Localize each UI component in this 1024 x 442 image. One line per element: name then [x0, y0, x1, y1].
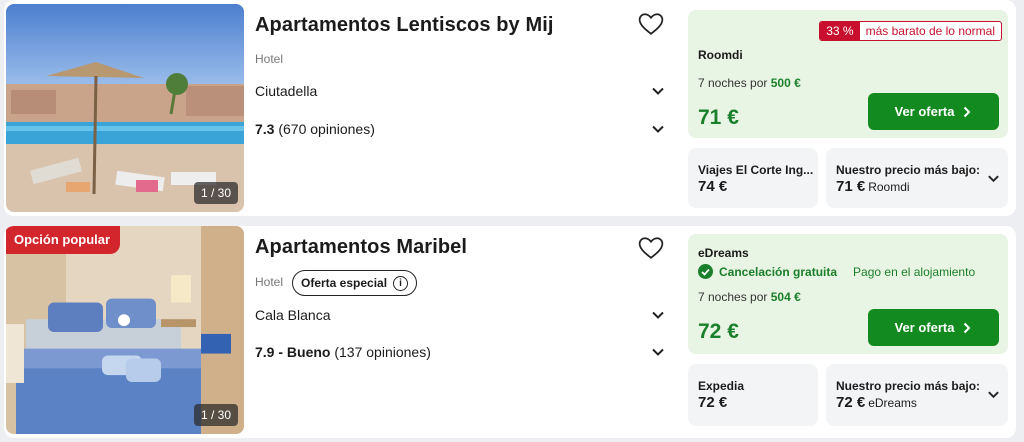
- location-text: Ciutadella: [255, 83, 318, 99]
- photo-counter: 1 / 30: [193, 182, 238, 204]
- alt-provider-name: Viajes El Corte Ing...: [698, 163, 814, 177]
- special-offer-tag[interactable]: Oferta especial i: [292, 270, 418, 296]
- deal-price: 71 €: [698, 106, 739, 129]
- hotel-type: Hotel: [255, 275, 284, 289]
- deal-price: 72 €: [698, 320, 739, 343]
- chevron-down-icon: [652, 125, 664, 133]
- chevron-right-icon: [964, 106, 971, 117]
- nights-total: 7 noches por 504 €: [698, 290, 801, 304]
- photo-pool-image: [6, 4, 244, 212]
- best-deal-panel: 33 % más barato de lo normal Roomdi 7 no…: [688, 10, 1008, 138]
- best-deal-panel: eDreams Cancelación gratuita Pago en el …: [688, 234, 1008, 354]
- rating-text: 7.3 (670 opiniones): [255, 121, 375, 137]
- hotel-photo[interactable]: 1 / 30: [6, 226, 244, 434]
- lowest-price-dropdown[interactable]: Nuestro precio más bajo: 72 € eDreams: [826, 364, 1008, 426]
- hotel-title[interactable]: Apartamentos Lentiscos by Mij: [255, 14, 554, 37]
- hotel-card: 1 / 30 Opción popular Apartamentos Marib…: [4, 226, 1016, 438]
- discount-badge: 33 % más barato de lo normal: [819, 21, 1002, 41]
- pay-at-property-text: Pago en el alojamiento: [853, 264, 976, 279]
- alt-provider-price: 74 €: [698, 178, 728, 195]
- lowest-price-label: Nuestro precio más bajo:: [836, 163, 981, 177]
- cancellation-text: Cancelación gratuita: [719, 264, 838, 279]
- rating-score: 7.3: [255, 121, 275, 137]
- hotel-type: Hotel: [255, 52, 284, 66]
- view-offer-label: Ver oferta: [894, 320, 955, 335]
- alt-offer-provider[interactable]: Viajes El Corte Ing... 74 €: [688, 148, 818, 208]
- location-row[interactable]: Cala Blanca: [255, 307, 665, 323]
- view-offer-label: Ver oferta: [894, 104, 955, 119]
- hotel-photo[interactable]: 1 / 30: [6, 4, 244, 212]
- chevron-right-icon: [964, 322, 971, 333]
- chevron-down-icon: [988, 175, 999, 183]
- lowest-price-dropdown[interactable]: Nuestro precio más bajo: 71 € Roomdi: [826, 148, 1008, 208]
- rating-row[interactable]: 7.9 - Bueno (137 opiniones): [255, 344, 665, 360]
- free-cancellation: Cancelación gratuita Pago en el alojamie…: [698, 264, 975, 279]
- alt-provider-price: 72 €: [698, 394, 728, 411]
- check-circle-icon: [698, 264, 713, 279]
- deal-provider: eDreams: [698, 246, 749, 260]
- nights-total: 7 noches por 500 €: [698, 76, 801, 90]
- chevron-down-icon: [652, 348, 664, 356]
- discount-text: más barato de lo normal: [865, 24, 995, 38]
- rating-text: 7.9 - Bueno (137 opiniones): [255, 344, 431, 360]
- location-text: Cala Blanca: [255, 307, 331, 323]
- photo-bedroom-image: [6, 226, 244, 434]
- alt-provider-name: Expedia: [698, 379, 745, 393]
- lowest-price-value: 71 € Roomdi: [836, 178, 910, 195]
- photo-counter: 1 / 30: [193, 404, 238, 426]
- heart-icon[interactable]: [638, 12, 664, 36]
- lowest-price-value: 72 € eDreams: [836, 394, 917, 411]
- info-icon: i: [393, 275, 409, 291]
- rating-row[interactable]: 7.3 (670 opiniones): [255, 121, 665, 137]
- popular-badge: Opción popular: [6, 226, 121, 254]
- heart-icon[interactable]: [638, 236, 664, 260]
- alt-offer-provider[interactable]: Expedia 72 €: [688, 364, 818, 426]
- review-count: (670 opiniones): [278, 121, 375, 137]
- hotel-title[interactable]: Apartamentos Maribel: [255, 236, 467, 259]
- chevron-down-icon: [652, 87, 664, 95]
- hotel-card: 1 / 30 Apartamentos Lentiscos by Mij Hot…: [4, 0, 1016, 216]
- view-offer-button[interactable]: Ver oferta: [868, 309, 999, 346]
- deal-provider: Roomdi: [698, 48, 743, 62]
- chevron-down-icon: [652, 311, 664, 319]
- discount-percent: 33 %: [820, 22, 860, 40]
- chevron-down-icon: [988, 391, 999, 399]
- location-row[interactable]: Ciutadella: [255, 83, 665, 99]
- review-count: (137 opiniones): [334, 344, 431, 360]
- special-offer-label: Oferta especial: [301, 276, 388, 290]
- rating-score: 7.9 - Bueno: [255, 344, 331, 360]
- lowest-price-label: Nuestro precio más bajo:: [836, 379, 981, 393]
- view-offer-button[interactable]: Ver oferta: [868, 93, 999, 130]
